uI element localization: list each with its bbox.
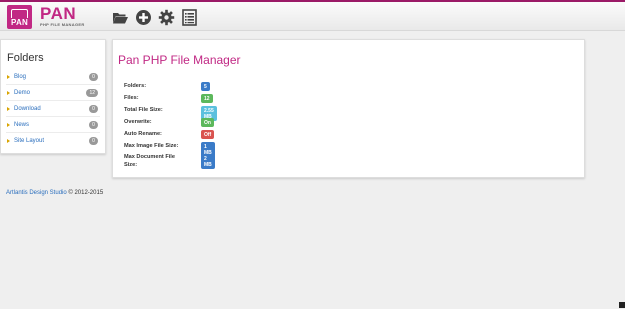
logo-small-text: PAN bbox=[11, 18, 28, 27]
folder-label[interactable]: Blog bbox=[14, 74, 26, 80]
folder-count-badge: 0 bbox=[89, 137, 98, 145]
logo-subtitle: PHP FILE MANAGER bbox=[40, 22, 85, 27]
stat-label: Folders: bbox=[124, 83, 147, 89]
logo-title: PAN bbox=[40, 4, 77, 23]
stat-value-badge: 2 MB bbox=[201, 154, 215, 169]
open-folder-button[interactable] bbox=[112, 9, 129, 26]
folder-item-site-layout[interactable]: Site Layout 0 bbox=[6, 133, 100, 149]
stat-label: Max Document File Size: bbox=[124, 154, 175, 168]
file-list-button[interactable] bbox=[181, 9, 198, 26]
stat-value-badge: 5 bbox=[201, 82, 210, 91]
stat-value-badge: On bbox=[201, 118, 214, 127]
stat-label: Overwrite: bbox=[124, 119, 152, 125]
settings-button[interactable] bbox=[158, 9, 175, 26]
stat-label: Files: bbox=[124, 95, 139, 101]
stat-label: Total File Size: bbox=[124, 107, 163, 113]
gear-icon bbox=[158, 9, 175, 26]
folder-count-badge: 0 bbox=[89, 73, 98, 81]
caret-right-icon bbox=[7, 139, 10, 143]
footer-studio-link[interactable]: Artlantis Design Studio bbox=[6, 190, 67, 196]
footer-copyright: © 2012-2015 bbox=[66, 190, 104, 196]
caret-right-icon bbox=[7, 122, 10, 127]
top-toolbar: PAN PAN PHP FILE MANAGER bbox=[0, 0, 625, 31]
add-button[interactable] bbox=[135, 9, 152, 26]
folders-sidebar: Folders Blog 0 Demo 12 Download 0 News 0… bbox=[0, 39, 106, 154]
folder-item-download[interactable]: Download 0 bbox=[6, 101, 100, 117]
folder-logo-icon bbox=[11, 9, 28, 18]
corner-widget-icon[interactable] bbox=[619, 302, 625, 308]
folder-label[interactable]: Download bbox=[14, 106, 41, 112]
caret-right-icon bbox=[7, 90, 10, 95]
sidebar-title: Folders bbox=[7, 52, 44, 64]
footer: Artlantis Design Studio © 2012-2015 bbox=[6, 190, 103, 196]
list-icon bbox=[182, 9, 197, 26]
folder-count-badge: 12 bbox=[86, 89, 98, 97]
folder-label[interactable]: News bbox=[14, 122, 29, 128]
folder-label[interactable]: Site Layout bbox=[14, 138, 44, 144]
folder-item-news[interactable]: News 0 bbox=[6, 117, 100, 133]
app-logo[interactable]: PAN bbox=[7, 5, 32, 29]
caret-right-icon bbox=[7, 74, 10, 79]
stat-value-badge: 12 bbox=[201, 94, 213, 103]
main-panel: Pan PHP File Manager Folders: 5 Files: 1… bbox=[112, 39, 585, 178]
folder-count-badge: 0 bbox=[89, 121, 98, 129]
folder-list: Blog 0 Demo 12 Download 0 News 0 Site La… bbox=[1, 69, 105, 149]
folder-label[interactable]: Demo bbox=[14, 90, 30, 96]
folder-item-blog[interactable]: Blog 0 bbox=[6, 69, 100, 85]
stat-label: Auto Rename: bbox=[124, 131, 162, 137]
caret-right-icon bbox=[7, 106, 10, 111]
stat-value-badge: Off bbox=[201, 130, 215, 139]
folder-open-icon bbox=[113, 13, 128, 24]
page-title: Pan PHP File Manager bbox=[118, 53, 241, 67]
folder-count-badge: 0 bbox=[89, 105, 98, 113]
stat-label: Max Image File Size: bbox=[124, 143, 179, 149]
add-circle-icon bbox=[136, 10, 151, 25]
folder-item-demo[interactable]: Demo 12 bbox=[6, 85, 100, 101]
